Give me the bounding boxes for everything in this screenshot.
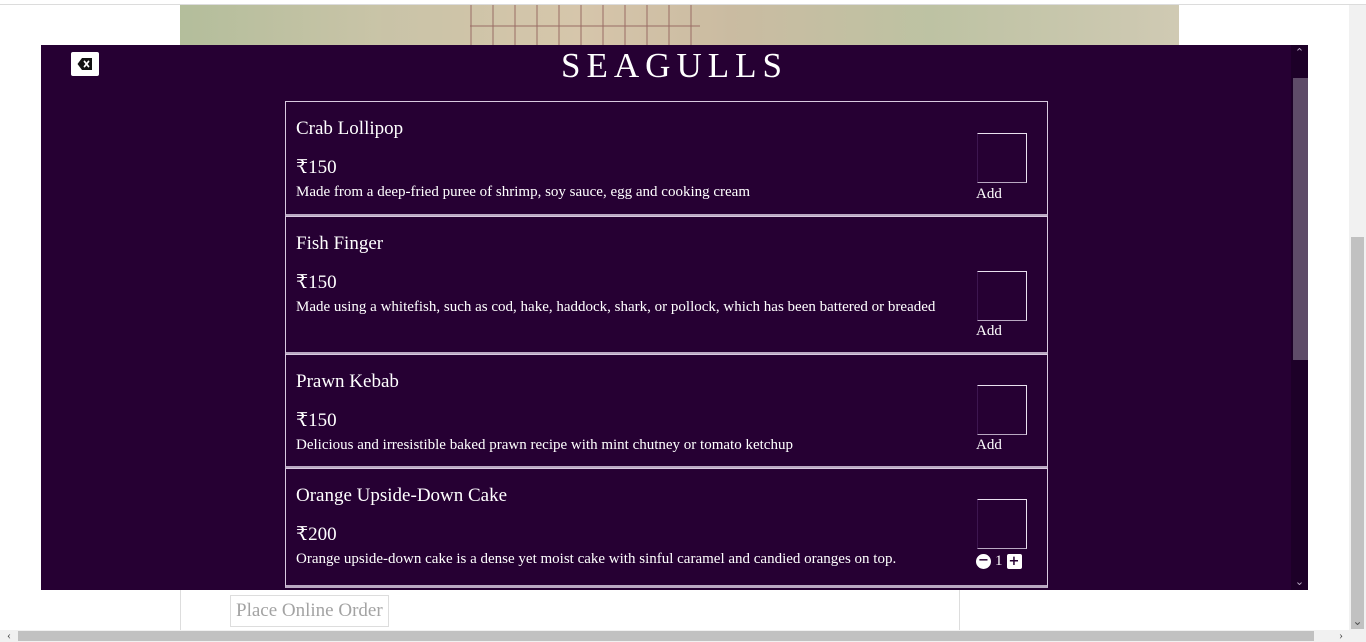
item-price: ₹150	[296, 272, 337, 293]
modal-scrollbar[interactable]: ⌃ ⌄	[1291, 45, 1308, 590]
menu-list: Crab Lollipop ₹150 Made from a deep-frie…	[285, 101, 1048, 588]
quantity-stepper: − 1 +	[976, 553, 1022, 570]
place-online-order-button[interactable]: Place Online Order	[230, 595, 389, 627]
item-price: ₹150	[296, 157, 337, 178]
page-horizontal-scrollbar[interactable]: ‹ ›	[0, 628, 1349, 642]
modal-scroll-down-icon[interactable]: ⌄	[1291, 576, 1308, 588]
item-name: Prawn Kebab	[296, 371, 399, 392]
add-button[interactable]: Add	[976, 186, 1002, 203]
menu-item: Orange Upside-Down Cake ₹200 Orange upsi…	[285, 468, 1048, 588]
item-image-placeholder	[977, 133, 1027, 183]
item-description: Made using a whitefish, such as cod, hak…	[296, 299, 936, 315]
menu-item: Prawn Kebab ₹150 Delicious and irresisti…	[285, 354, 1048, 469]
item-description: Delicious and irresistible baked prawn r…	[296, 437, 793, 453]
menu-item: Crab Lollipop ₹150 Made from a deep-frie…	[285, 101, 1048, 217]
item-image-placeholder	[977, 271, 1027, 321]
plus-square-icon[interactable]: +	[1006, 554, 1022, 569]
banner-lattice	[470, 5, 700, 47]
add-button[interactable]: Add	[976, 323, 1002, 340]
restaurant-title: SEAGULLS	[561, 46, 788, 85]
page-scrollbar-thumb[interactable]	[1351, 237, 1364, 629]
item-name: Fish Finger	[296, 233, 384, 254]
item-image-placeholder	[977, 499, 1027, 549]
item-description: Made from a deep-fried puree of shrimp, …	[296, 184, 750, 200]
modal-scroll-up-icon[interactable]: ⌃	[1291, 47, 1308, 59]
modal-scrollbar-thumb[interactable]	[1293, 78, 1308, 360]
quantity-value: 1	[995, 553, 1003, 569]
scroll-down-arrow-icon[interactable]: ⌄	[1350, 614, 1365, 628]
scrollbar-corner	[1349, 630, 1366, 642]
item-description: Orange upside-down cake is a dense yet m…	[296, 551, 897, 567]
minus-circle-icon[interactable]: −	[976, 554, 991, 569]
page-vertical-scrollbar[interactable]: ⌄	[1349, 5, 1366, 630]
scroll-left-arrow-icon[interactable]: ‹	[2, 628, 16, 642]
add-button[interactable]: Add	[976, 437, 1002, 454]
menu-item: Fish Finger ₹150 Made using a whitefish,…	[285, 216, 1048, 355]
page-hscroll-thumb[interactable]	[18, 631, 1314, 641]
item-name: Crab Lollipop	[296, 118, 404, 139]
item-name: Orange Upside-Down Cake	[296, 485, 508, 506]
scroll-right-arrow-icon[interactable]: ›	[1334, 628, 1348, 642]
item-price: ₹200	[296, 524, 337, 545]
item-price: ₹150	[296, 410, 337, 431]
item-image-placeholder	[977, 385, 1027, 435]
restaurant-banner-image	[180, 5, 1179, 47]
menu-modal: SEAGULLS Crab Lollipop ₹150 Made from a …	[41, 45, 1308, 590]
